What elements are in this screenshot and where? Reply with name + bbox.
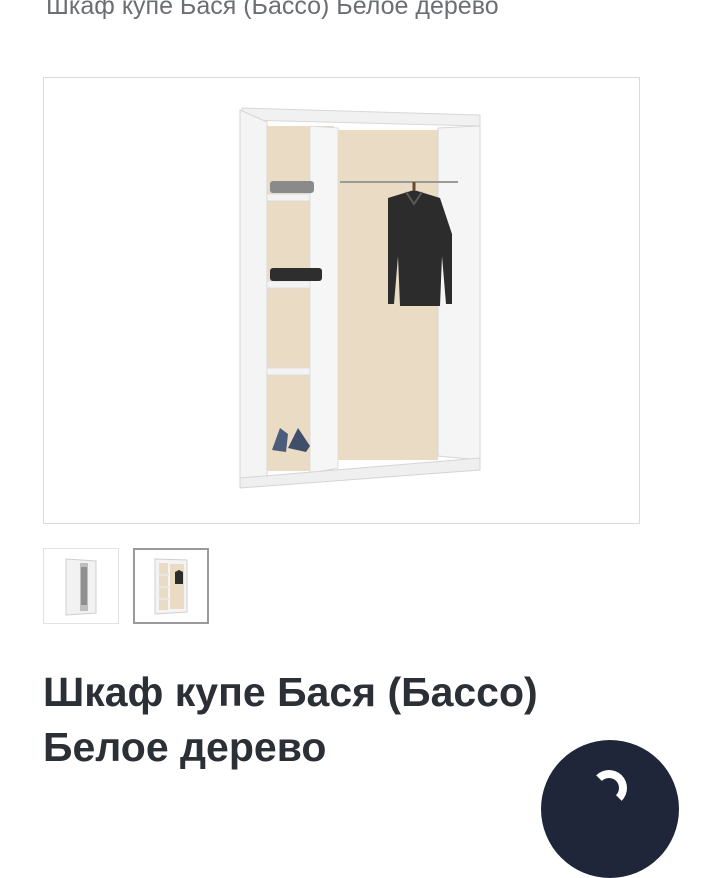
chat-icon	[591, 770, 627, 806]
product-main-image[interactable]	[43, 77, 640, 524]
product-title-line-1: Шкаф купе Бася (Бассо)	[43, 669, 538, 715]
thumbnail-2[interactable]	[133, 548, 209, 624]
page-header-title: Шкаф купе Бася (Бассо) Белое дерево	[46, 0, 499, 20]
wardrobe-image	[239, 107, 481, 489]
chat-button[interactable]	[541, 740, 679, 878]
wardrobe-open-image	[154, 558, 188, 615]
product-title-line-2: Белое дерево	[43, 724, 327, 770]
wardrobe-closed-image	[65, 558, 97, 616]
thumbnail-1[interactable]	[43, 548, 119, 624]
